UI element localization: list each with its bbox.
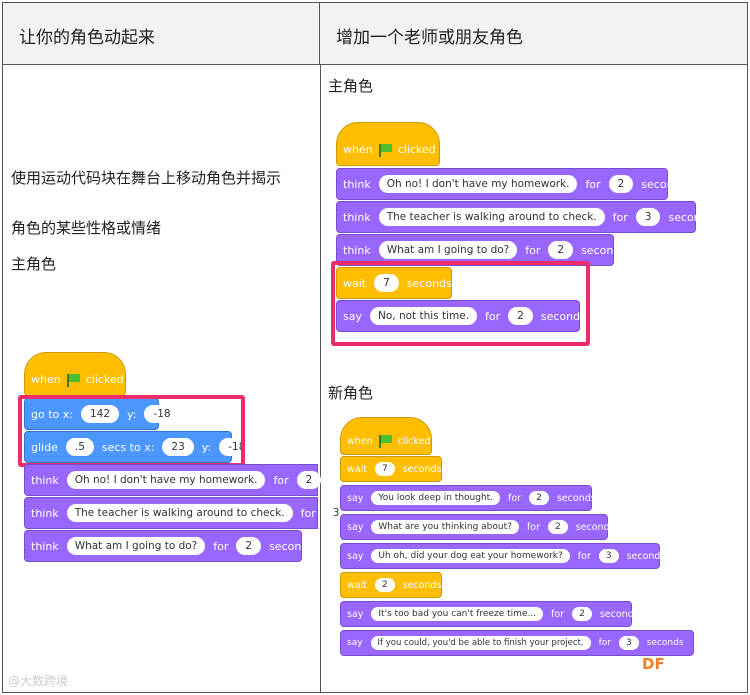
left-think-block[interactable]: think Oh no! I don't have my homework. f… [24, 464, 342, 496]
right-think-block[interactable]: think Oh no! I don't have my homework. f… [336, 168, 686, 200]
for-label: for [213, 539, 229, 553]
green-flag-icon [66, 374, 80, 387]
left-think-block[interactable]: think The teacher is walking around to c… [24, 497, 349, 529]
seconds-label: seconds [641, 177, 687, 191]
think-text-input[interactable]: Oh no! I don't have my homework. [66, 471, 266, 489]
say-text-input[interactable]: You look deep in thought. [371, 491, 501, 505]
seconds-label: seconds [668, 210, 714, 224]
think-text-input[interactable]: Oh no! I don't have my homework. [378, 175, 578, 193]
column-divider [320, 65, 321, 693]
for-label: for [300, 506, 316, 520]
new-when-flag-hat[interactable]: when clicked [340, 417, 432, 455]
for-label: for [273, 473, 289, 487]
say-label: say [347, 521, 364, 533]
new-say-block[interactable]: say You look deep in thought. for 2 seco… [340, 485, 596, 511]
green-flag-icon [378, 144, 392, 157]
left-sprite-label: 主角色 [11, 255, 57, 273]
seconds-label: seconds [402, 579, 442, 591]
secs-input[interactable]: 2 [236, 537, 262, 555]
watermark-logo: DF [642, 655, 665, 673]
new-say-block[interactable]: say What are you thinking about? for 2 s… [340, 514, 615, 540]
new-say-block[interactable]: say Uh oh, did your dog eat your homewor… [340, 543, 665, 569]
green-flag-icon [378, 435, 392, 448]
seconds-label: seconds [575, 521, 615, 533]
for-label: for [526, 521, 540, 533]
think-text-input[interactable]: The teacher is walking around to check. [378, 208, 605, 226]
say-text-input[interactable]: What are you thinking about? [371, 520, 519, 534]
think-label: think [31, 506, 59, 520]
left-desc-line2: 角色的某些性格或情绪 [11, 219, 162, 237]
highlight-box-motion [18, 395, 245, 467]
seconds-label: seconds [581, 243, 627, 257]
seconds-label: seconds [626, 550, 666, 562]
seconds-label: seconds [646, 638, 684, 648]
clicked-label: clicked [397, 436, 431, 447]
secs-input[interactable]: 2 [548, 241, 574, 259]
say-text-input[interactable]: If you could, you'd be able to finish yo… [370, 636, 591, 650]
when-label: when [347, 436, 373, 447]
for-label: for [598, 638, 611, 648]
right-new-sprite-label: 新角色 [328, 384, 374, 402]
think-label: think [31, 473, 59, 487]
for-label: for [585, 177, 601, 191]
left-think-block[interactable]: think What am I going to do? for 2 secon… [24, 530, 314, 562]
say-label: say [347, 608, 364, 620]
new-say-block[interactable]: say It's too bad you can't freeze time..… [340, 601, 639, 627]
secs-input[interactable]: 3 [598, 549, 619, 563]
for-label: for [551, 608, 565, 620]
say-text-input[interactable]: It's too bad you can't freeze time... [371, 607, 544, 621]
wait-secs-input[interactable]: 2 [374, 578, 395, 592]
header-cell-left: 让你的角色动起来 [3, 3, 320, 65]
seconds-label: seconds [556, 492, 596, 504]
right-when-flag-hat[interactable]: when clicked [336, 122, 440, 166]
seconds-label: seconds [599, 608, 639, 620]
secs-input[interactable]: 2 [608, 175, 634, 193]
think-label: think [343, 177, 371, 191]
new-say-block[interactable]: say If you could, you'd be able to finis… [340, 630, 694, 656]
header-cell-right: 增加一个老师或朋友角色 [320, 3, 747, 65]
say-label: say [347, 550, 364, 562]
new-wait-block[interactable]: wait 7 seconds [340, 456, 442, 482]
secs-input[interactable]: 2 [529, 491, 549, 505]
when-label: when [343, 143, 373, 156]
right-think-block[interactable]: think The teacher is walking around to c… [336, 201, 713, 233]
for-label: for [577, 550, 591, 562]
seconds-label: seconds [402, 463, 442, 475]
clicked-label: clicked [397, 143, 436, 156]
for-label: for [508, 492, 522, 504]
wait-secs-input[interactable]: 7 [374, 462, 395, 476]
wait-label: wait [347, 579, 367, 591]
header-left-text: 让你的角色动起来 [19, 28, 155, 48]
header-right-text: 增加一个老师或朋友角色 [336, 28, 523, 48]
say-text-input[interactable]: Uh oh, did your dog eat your homework? [371, 549, 570, 563]
think-label: think [343, 243, 371, 257]
think-text-input[interactable]: What am I going to do? [378, 241, 518, 259]
secs-input[interactable]: 2 [572, 607, 592, 621]
think-label: think [343, 210, 371, 224]
left-when-flag-hat[interactable]: when clicked [24, 352, 126, 396]
highlight-box-dialogue [331, 261, 590, 346]
for-label: for [525, 243, 541, 257]
left-desc-line1: 使用运动代码块在舞台上移动角色并揭示 [11, 169, 282, 187]
clicked-label: clicked [85, 373, 124, 386]
when-label: when [31, 373, 61, 386]
secs-input[interactable]: 2 [296, 471, 322, 489]
secs-input[interactable]: 3 [619, 636, 639, 650]
watermark-left: @大数跨境 [8, 674, 69, 688]
say-label: say [347, 492, 364, 504]
wait-label: wait [347, 463, 367, 475]
for-label: for [612, 210, 628, 224]
secs-input[interactable]: 3 [635, 208, 661, 226]
think-text-input[interactable]: What am I going to do? [66, 537, 206, 555]
think-label: think [31, 539, 59, 553]
say-label: say [347, 638, 363, 648]
secs-input[interactable]: 2 [547, 520, 568, 534]
new-wait-block[interactable]: wait 2 seconds [340, 572, 442, 598]
seconds-label: seconds [269, 539, 315, 553]
right-main-sprite-label: 主角色 [328, 77, 374, 95]
think-text-input[interactable]: The teacher is walking around to check. [66, 504, 293, 522]
